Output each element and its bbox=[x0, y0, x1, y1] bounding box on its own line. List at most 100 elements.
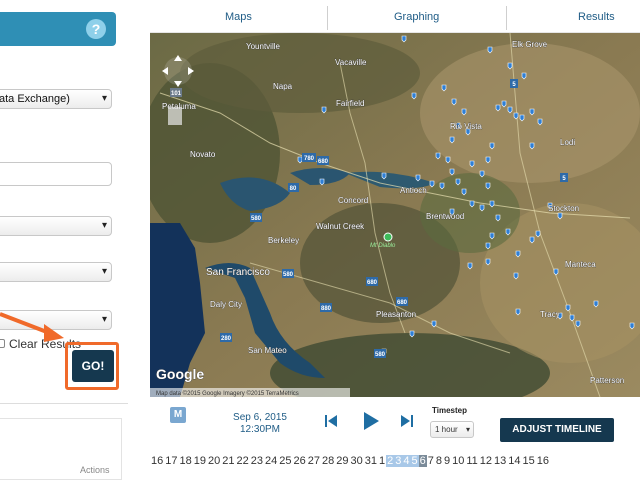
tab-maps[interactable]: Maps bbox=[225, 11, 252, 23]
timeline-number[interactable]: 20 bbox=[207, 455, 221, 467]
svg-text:Berkeley: Berkeley bbox=[268, 236, 299, 245]
svg-text:Lodi: Lodi bbox=[560, 138, 575, 147]
svg-text:Patterson: Patterson bbox=[590, 376, 624, 385]
data-source-select[interactable]: ata Exchange) ▾ bbox=[0, 89, 112, 109]
svg-text:680: 680 bbox=[397, 300, 408, 306]
callout-arrow-icon bbox=[0, 312, 64, 342]
svg-text:Yountville: Yountville bbox=[246, 42, 281, 51]
skip-forward-icon[interactable] bbox=[400, 414, 414, 428]
svg-text:San Mateo: San Mateo bbox=[248, 346, 287, 355]
timeline-number[interactable]: 21 bbox=[221, 455, 235, 467]
timeline-number[interactable]: 7 bbox=[427, 455, 435, 467]
svg-text:101: 101 bbox=[171, 91, 182, 97]
current-date: Sep 6, 2015 12:30PM bbox=[220, 412, 300, 436]
timeline-number[interactable]: 18 bbox=[179, 455, 193, 467]
svg-text:Rio Vista: Rio Vista bbox=[450, 122, 482, 131]
svg-text:Vacaville: Vacaville bbox=[335, 58, 367, 67]
panel-divider bbox=[0, 403, 128, 404]
tab-results[interactable]: Results bbox=[578, 11, 615, 23]
left-panel: ? ata Exchange) ▾ ▾ ▾ ▾ Clear Results GO… bbox=[0, 0, 128, 480]
satellite-map[interactable]: 780 80 680 580 580 680 680 580 5 5 880 2… bbox=[150, 33, 640, 397]
chevron-down-icon: ▾ bbox=[101, 314, 107, 325]
timeline-number[interactable]: 10 bbox=[451, 455, 465, 467]
timeline-number[interactable]: 22 bbox=[236, 455, 250, 467]
m-button[interactable]: M bbox=[170, 407, 186, 423]
chevron-down-icon: ▾ bbox=[101, 220, 107, 231]
svg-text:680: 680 bbox=[318, 159, 329, 165]
svg-text:Stockton: Stockton bbox=[548, 204, 579, 213]
svg-text:780: 780 bbox=[304, 156, 315, 162]
timeline-number[interactable]: 4 bbox=[402, 455, 411, 467]
svg-text:Daly City: Daly City bbox=[210, 300, 242, 309]
play-icon[interactable] bbox=[362, 411, 380, 431]
chevron-down-icon: ▾ bbox=[101, 266, 107, 277]
date-text: Sep 6, 2015 bbox=[233, 412, 287, 423]
data-source-select-value: ata Exchange) bbox=[0, 93, 70, 105]
timeline-number[interactable]: 16 bbox=[150, 455, 164, 467]
timeline-number[interactable]: 23 bbox=[250, 455, 264, 467]
select-3[interactable]: ▾ bbox=[0, 262, 112, 282]
svg-text:Walnut Creek: Walnut Creek bbox=[316, 222, 365, 231]
timeline-number[interactable]: 25 bbox=[278, 455, 292, 467]
svg-text:580: 580 bbox=[283, 272, 294, 278]
svg-text:San Francisco: San Francisco bbox=[206, 267, 270, 278]
timestep-label: Timestep bbox=[432, 406, 467, 415]
skip-back-icon[interactable] bbox=[324, 414, 338, 428]
timeline-number[interactable]: 30 bbox=[350, 455, 364, 467]
timeline-number[interactable]: 8 bbox=[435, 455, 443, 467]
adjust-timeline-button[interactable]: ADJUST TIMELINE bbox=[500, 418, 614, 442]
timeline-number[interactable]: 16 bbox=[536, 455, 550, 467]
svg-text:Manteca: Manteca bbox=[565, 260, 596, 269]
timeline-number[interactable]: 14 bbox=[507, 455, 521, 467]
timeline-number[interactable]: 11 bbox=[465, 455, 478, 467]
map-attribution: Map data ©2015 Google Imagery ©2015 Terr… bbox=[156, 390, 299, 397]
mt-diablo-pin-icon[interactable] bbox=[383, 232, 393, 242]
timestep-select[interactable]: 1 hour ▾ bbox=[430, 421, 474, 438]
svg-text:Tracy: Tracy bbox=[540, 310, 560, 319]
app-root: ? ata Exchange) ▾ ▾ ▾ ▾ Clear Results GO… bbox=[0, 0, 640, 480]
actions-column-header: Actions bbox=[80, 465, 110, 475]
google-logo: Google bbox=[156, 366, 204, 382]
help-button[interactable]: ? bbox=[86, 19, 106, 39]
svg-text:Novato: Novato bbox=[190, 150, 216, 159]
timeline-number[interactable]: 12 bbox=[479, 455, 493, 467]
svg-text:Concord: Concord bbox=[338, 196, 368, 205]
timeline-number[interactable]: 24 bbox=[264, 455, 278, 467]
timeline-number[interactable]: 6 bbox=[418, 455, 427, 467]
chevron-down-icon: ▾ bbox=[101, 93, 107, 104]
timeline-number[interactable]: 1 bbox=[378, 455, 386, 467]
text-input[interactable] bbox=[0, 162, 112, 186]
svg-text:Napa: Napa bbox=[273, 82, 293, 91]
timeline-number[interactable]: 28 bbox=[321, 455, 335, 467]
timeline-number[interactable]: 17 bbox=[164, 455, 178, 467]
svg-text:Antioch: Antioch bbox=[400, 186, 427, 195]
timeline-number[interactable]: 15 bbox=[522, 455, 536, 467]
map-canvas[interactable]: 780 80 680 580 580 680 680 580 5 5 880 2… bbox=[150, 33, 640, 397]
timeline-numbers[interactable]: 16 17 18 19 20 21 22 23 24 25 26 27 28 29 30 31 1 2 3 4 5 6 7 8… bbox=[150, 455, 550, 469]
tab-divider bbox=[506, 6, 507, 30]
svg-text:580: 580 bbox=[251, 216, 262, 222]
svg-text:Mt Diablo: Mt Diablo bbox=[370, 243, 396, 249]
svg-text:80: 80 bbox=[290, 186, 297, 192]
tab-bar: Maps Graphing Results bbox=[150, 0, 640, 33]
timeline-number[interactable]: 13 bbox=[493, 455, 507, 467]
pegman-icon[interactable] bbox=[168, 107, 182, 125]
chevron-down-icon: ▾ bbox=[465, 425, 470, 434]
timeline-number[interactable]: 26 bbox=[293, 455, 307, 467]
timeline-number[interactable]: 27 bbox=[307, 455, 321, 467]
time-text: 12:30PM bbox=[239, 424, 281, 435]
svg-text:580: 580 bbox=[375, 352, 386, 358]
svg-text:280: 280 bbox=[221, 336, 232, 342]
tab-divider bbox=[327, 6, 328, 30]
timeline-number[interactable]: 31 bbox=[364, 455, 378, 467]
timeline-number[interactable]: 5 bbox=[410, 455, 419, 467]
go-button[interactable]: GO! bbox=[72, 350, 114, 382]
timeline-number[interactable]: 19 bbox=[193, 455, 207, 467]
tab-graphing[interactable]: Graphing bbox=[394, 11, 439, 23]
svg-text:880: 880 bbox=[321, 306, 332, 312]
timestep-value: 1 hour bbox=[435, 425, 458, 434]
timeline-number[interactable]: 29 bbox=[335, 455, 349, 467]
svg-text:Elk Grove: Elk Grove bbox=[512, 40, 548, 49]
select-2[interactable]: ▾ bbox=[0, 216, 112, 236]
timeline-number[interactable]: 9 bbox=[443, 455, 451, 467]
